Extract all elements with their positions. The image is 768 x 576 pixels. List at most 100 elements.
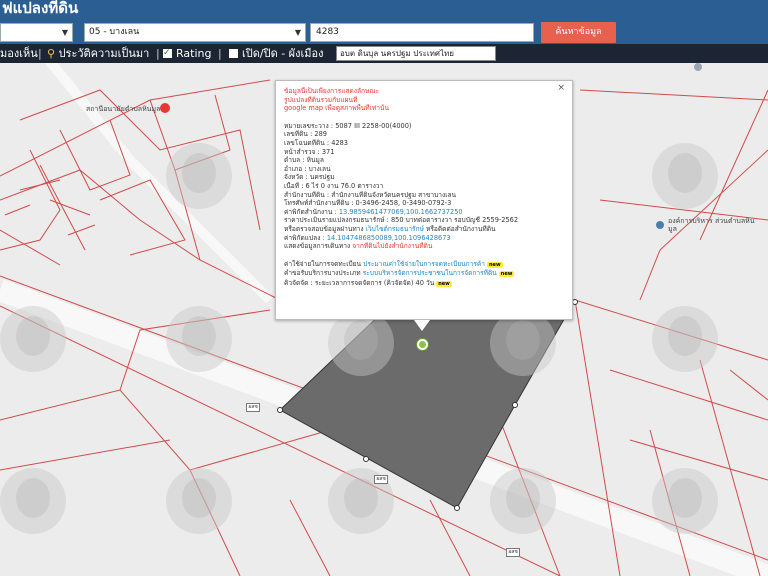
toolbar-divider: | xyxy=(218,47,222,60)
field-row: เนื้อที่ : 6 ไร่ 0 งาน 76.0 ตารางวา xyxy=(284,182,564,191)
field-row: เลขที่ดิน : 289 xyxy=(284,130,564,139)
field-value: : 4283 xyxy=(326,138,348,147)
zoning-checkbox[interactable] xyxy=(229,49,238,58)
field-label: จังหวัด xyxy=(284,173,304,182)
field-label: สำนักงานที่ดิน xyxy=(284,190,325,199)
field-row: สำนักงานที่ดิน : สำนักงานที่ดินจังหวัดนค… xyxy=(284,191,564,200)
parcel-number-input[interactable]: 4283 xyxy=(310,23,534,42)
field-row: โทรศัพท์สำนักงานที่ดิน : 0-3496-2458, 0-… xyxy=(284,199,564,208)
field-label: ตำบล xyxy=(284,156,301,165)
field-row: หมายเลขระวาง : 5087 III 2258-00(4000) xyxy=(284,122,564,131)
popup-notice-line: ข้อมูลนี้เป็นเพียงการแสดงลักษณะ xyxy=(284,87,380,95)
toolbar-item-view[interactable]: มองเห็น xyxy=(0,45,38,62)
field-label: โทรศัพท์สำนักงานที่ดิน xyxy=(284,199,350,208)
district-select[interactable]: 05 - บางเลน ▼ xyxy=(84,23,306,42)
page-title: ฟแปลงที่ดิน xyxy=(2,0,79,17)
toolbar-item-zoning-label: เปิด/ปิด - ผังเมือง xyxy=(242,47,324,60)
toolbar-divider: | xyxy=(38,47,42,60)
field-row: หน้าสำรวจ : 371 xyxy=(284,148,564,157)
field-row: คำขอรับบริการบางประเภท ระบบบริหารจัดการป… xyxy=(284,269,564,279)
field-label: ค่าพิกัดสำนักงาน xyxy=(284,207,333,216)
service-request-link[interactable]: ระบบบริหารจัดการประชาชนในการจัดการที่ดิน xyxy=(363,269,497,277)
field-value: : บางเลน xyxy=(304,164,331,173)
treasury-website-link[interactable]: เว็บไซต์กรมธนารักษ์ xyxy=(366,225,424,233)
watermark-logo xyxy=(490,468,556,534)
field-label: ค่าใช้จ่ายในการจดทะเบียน xyxy=(284,259,362,268)
field-value: : นครปฐม xyxy=(305,173,335,182)
field-value: : 5087 III 2258-00(4000) xyxy=(330,121,412,130)
parcel-info-popup: × ข้อมูลนี้เป็นเพียงการแสดงลักษณะ รูปแปล… xyxy=(275,80,573,320)
watermark-logo xyxy=(0,468,66,534)
location-input[interactable]: อบต ดินบุล นครปฐม ประเทศไทย xyxy=(336,46,496,61)
directions-link[interactable]: จากที่ดินไปยังสำนักงานที่ดิน xyxy=(352,242,432,250)
field-row: ค่าพิกัดสำนักงาน : 13.9859461477069,100.… xyxy=(284,208,564,217)
popup-pointer xyxy=(414,320,430,331)
field-row: ค่าพิกัดแปลง : 14.1047486850089,100.1096… xyxy=(284,234,564,243)
history-icon: ⚲ xyxy=(47,47,56,60)
watermark-logo xyxy=(166,306,232,372)
field-value: : 289 xyxy=(310,130,327,139)
queue-line: คิวจัดจัด : ระยะเวลาการจดจัดการ (คิวจัดจ… xyxy=(284,278,435,287)
price-line: ราคาประเมินรายแปลงกรมธนารักษ์ : 850 บาทต… xyxy=(284,216,519,225)
field-row: จังหวัด : นครปฐม xyxy=(284,173,564,182)
watermark-logo xyxy=(652,468,718,534)
toolbar-item-zoning[interactable]: เปิด/ปิด - ผังเมือง xyxy=(229,45,324,62)
toolbar-item-history[interactable]: ⚲ ประวัติความเป็นมา xyxy=(47,45,149,62)
district-select-value: 05 - บางเลน xyxy=(89,27,140,37)
field-label: เลขโฉนดที่ดิน xyxy=(284,138,325,147)
field-label: เนื้อที่ xyxy=(284,181,300,190)
field-label: เลขที่ดิน xyxy=(284,130,308,139)
toolbar-item-rating-label: Rating xyxy=(176,47,212,60)
app-header: ฟแปลงที่ดิน xyxy=(0,0,768,20)
field-value: : สำนักงานที่ดินจังหวัดนครปฐม สาขาบางเลน xyxy=(326,190,457,199)
map-pin-icon[interactable] xyxy=(656,221,664,229)
toolbar-item-history-label: ประวัติความเป็นมา xyxy=(58,47,150,60)
field-row: เลขโฉนดที่ดิน : 4283 xyxy=(284,139,564,148)
popup-notice-line: รูปแปลงที่ดินรวมกับแผนที่ xyxy=(284,95,358,104)
field-label: หน้าสำรวจ xyxy=(284,147,316,156)
field-label: แสดงข้อมูลการเดินทาง xyxy=(284,242,351,251)
road-sign: อสช xyxy=(506,548,520,557)
rating-checkbox[interactable] xyxy=(163,45,172,62)
close-icon[interactable]: × xyxy=(557,84,565,93)
road-sign: อสช xyxy=(246,403,260,412)
check-line: หรือตรวจสอบข้อมูลผ่านทาง เว็บไซต์กรมธนาร… xyxy=(284,225,564,234)
map-pin-icon[interactable] xyxy=(694,63,702,71)
parcel-coord-link[interactable]: : 14.1047486850089,100.1096428673 xyxy=(323,234,451,242)
toolbar-item-rating[interactable]: Rating xyxy=(163,45,211,62)
parcel-marker-icon[interactable] xyxy=(417,339,428,350)
chevron-down-icon: ▼ xyxy=(61,28,68,37)
new-badge: new xyxy=(498,271,515,278)
field-row: คิวจัดจัด : ระยะเวลาการจดจัดการ (คิวจัดจ… xyxy=(284,279,564,289)
office-coord-link[interactable]: : 13.9859461477069,100.1662737250 xyxy=(335,208,463,216)
field-value: : 371 xyxy=(317,147,335,156)
popup-notice: ข้อมูลนี้เป็นเพียงการแสดงลักษณะ รูปแปลงท… xyxy=(284,87,564,113)
poi-label-health-station: สถานีอนามัยตำบลหินมูล xyxy=(86,105,161,113)
field-row: ค่าใช้จ่ายในการจดทะเบียน ประมาณค่าใช้จ่า… xyxy=(284,260,564,270)
field-label: อำเภอ xyxy=(284,164,303,173)
chevron-down-icon: ▼ xyxy=(294,28,301,37)
registration-fee-link[interactable]: ประมาณค่าใช้จ่ายในการจดทะเบียนการค้า xyxy=(363,260,485,268)
popup-notice-line: google map เพื่อดูสภาพพื้นที่เท่านั้น xyxy=(284,104,389,113)
field-row: ตำบล : หินมูล xyxy=(284,156,564,165)
field-label: ค่าพิกัดแปลง xyxy=(284,233,321,242)
map-pin-icon[interactable] xyxy=(160,103,170,113)
watermark-logo xyxy=(166,143,232,209)
watermark-logo xyxy=(652,143,718,209)
field-row: แสดงข้อมูลการเดินทาง จากที่ดินไปยังสำนัก… xyxy=(284,242,564,251)
check-line-prefix: หรือตรวจสอบข้อมูลผ่านทาง xyxy=(284,224,364,233)
province-select[interactable]: ▼ xyxy=(0,23,73,42)
search-button[interactable]: ค้นหาข้อมูล xyxy=(541,22,616,43)
field-value: : 0-3496-2458, 0-3490-0792-3 xyxy=(351,199,452,208)
new-badge: new xyxy=(436,280,452,287)
field-value: : หินมูล xyxy=(302,156,324,165)
toolbar-divider: | xyxy=(156,47,160,60)
poi-label-tao: องค์การบริหาร ส่วนตำบลหินมูล xyxy=(668,217,755,233)
watermark-logo xyxy=(652,306,718,372)
road-sign: อสช xyxy=(374,475,388,484)
field-label: หมายเลขระวาง xyxy=(284,121,329,130)
watermark-logo xyxy=(0,306,66,372)
field-label: คำขอรับบริการบางประเภท xyxy=(284,269,361,278)
field-row: อำเภอ : บางเลน xyxy=(284,165,564,174)
new-badge: new xyxy=(487,261,503,268)
